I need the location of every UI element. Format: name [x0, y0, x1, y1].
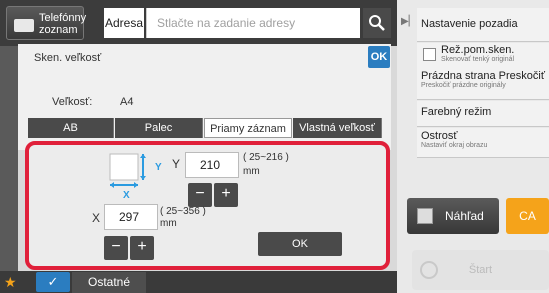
setting-title: Farebný režim [421, 106, 492, 118]
address-label: Adresa [104, 8, 144, 38]
tab-inch[interactable]: Palec [115, 118, 203, 138]
background-left-strip [0, 46, 18, 293]
x-input[interactable]: 297 [104, 204, 158, 230]
y-unit: mm [243, 166, 260, 177]
preview-button[interactable]: Náhľad [407, 198, 499, 234]
y-label: Y [172, 157, 181, 171]
size-value: A4 [120, 96, 134, 108]
setting-color-mode[interactable]: Farebný režim [417, 101, 549, 127]
setting-subtitle: Nastaviť okraj obrazu [421, 142, 488, 149]
y-minus-button[interactable]: − [188, 183, 212, 207]
dialog-ok-button[interactable]: OK [368, 46, 390, 68]
other-button[interactable]: Ostatné [72, 272, 146, 293]
size-tabs: AB Palec Priamy záznam Vlastná veľkosť [28, 118, 382, 138]
dialog-title: Sken. veľkosť [34, 52, 102, 64]
entry-ok-button[interactable]: OK [258, 232, 342, 256]
phonebook-button[interactable]: Telefónny zoznam [6, 6, 87, 40]
tab-ab[interactable]: AB [28, 118, 114, 138]
paper-size-icon [109, 153, 146, 188]
setting-subtitle: Skenovať tenký originál [441, 56, 515, 63]
star-icon[interactable]: ★ [4, 274, 17, 291]
address-input[interactable]: Stlačte na zadanie adresy [146, 8, 360, 38]
search-icon [369, 15, 385, 31]
y-input[interactable]: 210 [185, 152, 239, 178]
setting-title: Nastavenie pozadia [421, 18, 518, 30]
start-label: Štart [468, 264, 493, 276]
icon-x-label: X [123, 190, 130, 201]
start-icon [420, 261, 438, 279]
tab-custom-size[interactable]: Vlastná veľkosť [293, 118, 382, 138]
x-label: X [92, 211, 101, 225]
y-range: ( 25~216 ) [243, 152, 289, 163]
x-unit: mm [160, 218, 177, 229]
setting-title: Prázdna strana Preskočiť [421, 70, 545, 82]
setting-subtitle: Preskočiť prázdne originály [421, 82, 506, 89]
x-range: ( 25~356 ) [160, 206, 206, 217]
setting-blank-skip[interactable]: Prázdna strana Preskočiť Preskočiť prázd… [417, 70, 549, 100]
x-minus-button[interactable]: − [104, 236, 128, 260]
size-label: Veľkosť: [52, 96, 93, 108]
checkbox[interactable] [423, 48, 436, 61]
x-plus-button[interactable]: + [130, 236, 154, 260]
ca-button[interactable]: CA [506, 198, 549, 234]
phonebook-icon [14, 19, 34, 32]
tab-direct-entry[interactable]: Priamy záznam [204, 118, 292, 138]
preview-icon [417, 208, 433, 224]
phonebook-label: Telefónny zoznam [39, 12, 87, 36]
setting-title: Ostrosť [421, 130, 458, 142]
icon-y-label: Y [155, 162, 162, 173]
check-icon[interactable]: ✓ [36, 272, 70, 292]
setting-sharpness[interactable]: Ostrosť Nastaviť okraj obrazu [417, 128, 549, 158]
setting-background[interactable]: Nastavenie pozadia [417, 8, 549, 42]
start-button[interactable]: Štart [412, 250, 549, 290]
setting-title: Rež.pom.sken. [441, 44, 515, 56]
panel-collapse-icon[interactable]: ▶▏ [401, 16, 416, 27]
search-button[interactable] [363, 8, 391, 38]
y-plus-button[interactable]: + [214, 183, 238, 207]
preview-label: Náhľad [445, 209, 484, 223]
setting-scan-mode[interactable]: Rež.pom.sken. Skenovať tenký originál [417, 43, 549, 71]
